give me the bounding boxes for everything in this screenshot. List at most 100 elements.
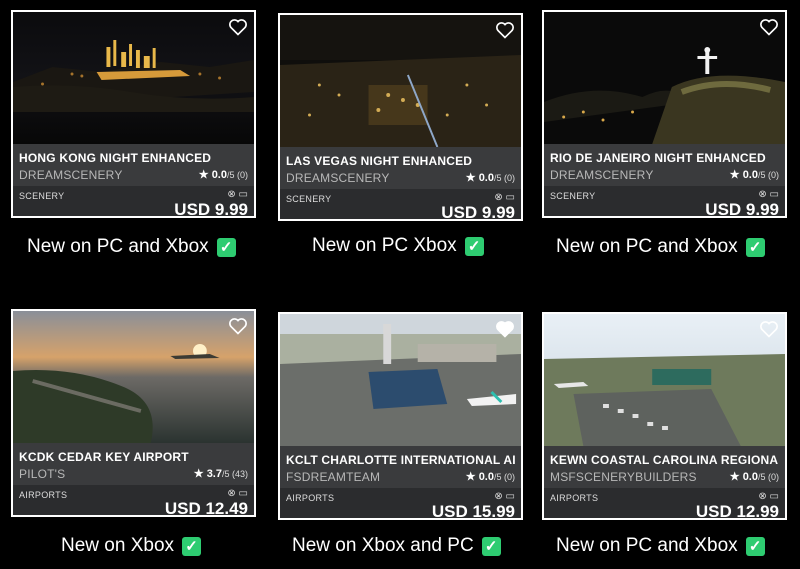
platform-icons: ⊗ ▭ [758,189,779,200]
product-info: RIO DE JANEIRO NIGHT ENHANCED DREAMSCENE… [544,144,785,186]
xbox-icon: ⊗ [227,189,236,200]
pc-icon: ▭ [238,488,248,499]
price: USD 9.99 [441,203,515,221]
product-info: KCDK CEDAR KEY AIRPORT PILOT'S ★ 3.7/5 (… [13,443,254,485]
publisher-name: DREAMSCENERY [286,171,390,185]
rating-count: /5 (0) [757,472,779,482]
platform-icons: ⊗ ▭ [227,488,248,499]
rating: ★ 3.7/5 (43) [194,467,248,480]
star-icon: ★ [729,169,740,181]
star-icon: ★ [193,468,204,480]
check-icon: ✓ [745,237,765,257]
price: USD 12.49 [164,499,248,517]
product-card-cedar-key[interactable]: KCDK CEDAR KEY AIRPORT PILOT'S ★ 3.7/5 (… [11,309,256,517]
category-label: AIRPORTS [286,493,335,503]
heart-icon[interactable] [228,17,248,37]
product-card-coastal-carolina[interactable]: KEWN COASTAL CAROLINA REGIONAL AI MSFSCE… [542,312,787,520]
product-thumbnail [280,314,521,446]
product-card-rio-de-janeiro[interactable]: RIO DE JANEIRO NIGHT ENHANCED DREAMSCENE… [542,10,787,218]
category-label: AIRPORTS [550,493,599,503]
rating-count: /5 (43) [221,469,248,479]
product-thumbnail [280,15,521,147]
price: USD 12.99 [695,502,779,520]
pc-icon: ▭ [505,192,515,203]
platform-icons: ⊗ ▭ [494,491,515,502]
product-name: LAS VEGAS NIGHT ENHANCED [286,154,473,168]
xbox-icon: ⊗ [494,192,503,203]
product-info: LAS VEGAS NIGHT ENHANCED DREAMSCENERY ★ … [280,147,521,189]
publisher-name: DREAMSCENERY [550,168,654,182]
product-footer: SCENERY ⊗ ▭ USD 9.99 [544,186,785,216]
xbox-icon: ⊗ [494,491,503,502]
rating-count: /5 (0) [757,170,779,180]
rating-value: 0.0 [478,471,494,483]
rating-count: /5 (0) [493,472,515,482]
category-label: SCENERY [19,191,65,201]
product-thumbnail [13,311,254,443]
heart-icon[interactable] [495,319,515,339]
product-card-las-vegas[interactable]: LAS VEGAS NIGHT ENHANCED DREAMSCENERY ★ … [278,13,523,221]
heart-icon[interactable] [759,17,779,37]
category-label: AIRPORTS [19,490,68,500]
platform-icons: ⊗ ▭ [227,189,248,200]
publisher-name: FSDREAMTEAM [286,470,381,484]
check-icon: ✓ [481,536,501,556]
price: USD 9.99 [174,200,248,218]
pc-icon: ▭ [769,189,779,200]
caption-text: New on PC Xbox [312,235,457,256]
rating-value: 3.7 [206,468,222,480]
star-icon: ★ [465,172,476,184]
rating-value: 0.0 [742,169,758,181]
product-card-charlotte[interactable]: KCLT CHARLOTTE INTERNATIONAL AIRF FSDREA… [278,312,523,520]
publisher-name: PILOT'S [19,467,66,481]
rating: ★ 0.0/5 (0) [730,470,779,483]
rating: ★ 0.0/5 (0) [199,168,248,181]
caption-text: New on Xbox and PC [292,535,474,556]
caption: New on PC and Xbox ✓ [556,535,765,557]
caption: New on Xbox ✓ [61,535,202,557]
check-icon: ✓ [464,236,484,256]
product-thumbnail [13,12,254,144]
price: USD 9.99 [705,200,779,218]
product-info: KCLT CHARLOTTE INTERNATIONAL AIRF FSDREA… [280,446,521,488]
star-icon: ★ [729,471,740,483]
check-icon: ✓ [182,536,202,556]
rating-value: 0.0 [742,471,758,483]
product-info: HONG KONG NIGHT ENHANCED DREAMSCENERY ★ … [13,144,254,186]
xbox-icon: ⊗ [758,491,767,502]
heart-icon[interactable] [228,316,248,336]
rating-count: /5 (0) [226,170,248,180]
check-icon: ✓ [216,237,236,257]
product-card-hong-kong[interactable]: HONG KONG NIGHT ENHANCED DREAMSCENERY ★ … [11,10,256,218]
product-name: HONG KONG NIGHT ENHANCED [19,151,212,165]
heart-icon[interactable] [759,319,779,339]
product-info: KEWN COASTAL CAROLINA REGIONAL AI MSFSCE… [544,446,785,488]
pc-icon: ▭ [505,491,515,502]
pc-icon: ▭ [769,491,779,502]
heart-icon[interactable] [495,20,515,40]
product-thumbnail [544,314,785,446]
product-name: KCDK CEDAR KEY AIRPORT [19,450,189,464]
caption: New on PC and Xbox ✓ [556,236,765,258]
product-name: RIO DE JANEIRO NIGHT ENHANCED [550,151,766,165]
product-name: KCLT CHARLOTTE INTERNATIONAL AIRF [286,453,515,467]
publisher-name: MSFSCENERYBUILDERS [550,470,697,484]
xbox-icon: ⊗ [758,189,767,200]
product-footer: AIRPORTS ⊗ ▭ USD 12.99 [544,488,785,518]
product-thumbnail [544,12,785,144]
publisher-name: DREAMSCENERY [19,168,123,182]
star-icon: ★ [198,169,209,181]
star-icon: ★ [465,471,476,483]
rating-value: 0.0 [478,172,494,184]
caption: New on PC Xbox ✓ [312,235,484,257]
caption-text: New on PC and Xbox [556,535,738,556]
platform-icons: ⊗ ▭ [494,192,515,203]
caption: New on PC and Xbox ✓ [27,236,236,258]
xbox-icon: ⊗ [227,488,236,499]
price: USD 15.99 [431,502,515,520]
caption-text: New on PC and Xbox [27,236,209,257]
platform-icons: ⊗ ▭ [758,491,779,502]
category-label: SCENERY [286,194,332,204]
caption-text: New on Xbox [61,535,175,556]
product-footer: AIRPORTS ⊗ ▭ USD 12.49 [13,485,254,515]
